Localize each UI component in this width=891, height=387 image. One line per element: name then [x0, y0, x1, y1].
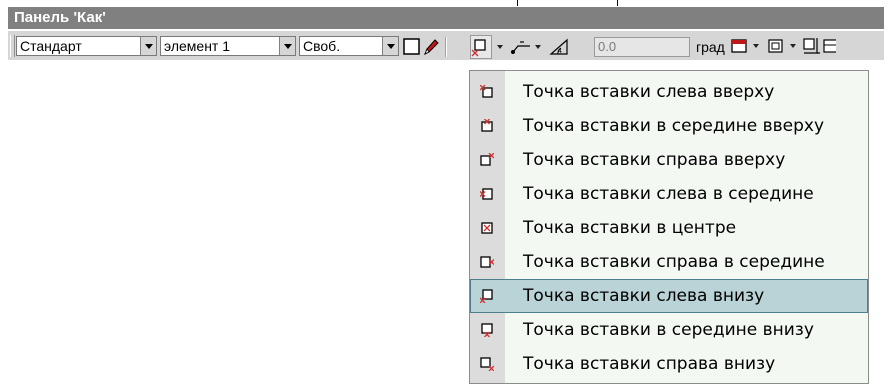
- insert-point-bottom-center-icon: [480, 322, 494, 338]
- leader-style-dropdown-arrow[interactable]: [534, 39, 542, 55]
- mode-combo-dropdown-button[interactable]: [382, 37, 398, 55]
- element-combo[interactable]: элемент 1: [160, 36, 296, 56]
- layers-icon: [768, 39, 783, 53]
- menu-item-label: Точка вставки справа в середине: [523, 252, 825, 272]
- menu-item-label: Точка вставки слева вверху: [523, 82, 775, 102]
- fill-box-icon: [731, 39, 747, 53]
- angle-button[interactable]: 4: [548, 37, 568, 57]
- menu-item-bottom-right[interactable]: Точка вставки справа внизу: [470, 347, 868, 381]
- angle-input[interactable]: 0.0: [594, 37, 690, 57]
- menu-item-top-center[interactable]: Точка вставки в середине вверху: [470, 109, 868, 143]
- screen-artifact-line: [617, 0, 618, 6]
- angle-icon: 4: [549, 38, 568, 55]
- fill-color-button[interactable]: [730, 36, 750, 56]
- menu-item-top-left[interactable]: Точка вставки слева вверху: [470, 75, 868, 109]
- toolbar-separator: [445, 37, 447, 57]
- menu-item-label: Точка вставки слева внизу: [523, 286, 765, 306]
- leader-line-icon: [511, 41, 530, 54]
- mode-combo[interactable]: Своб.: [299, 36, 399, 56]
- insert-point-top-left-icon: [479, 84, 494, 98]
- insert-point-top-center-icon: [480, 118, 494, 132]
- square-frame-icon: [403, 38, 420, 55]
- menu-item-middle-right[interactable]: Точка вставки справа в середине: [470, 245, 868, 279]
- menu-body: Точка вставки слева вверху Точка вставки…: [470, 71, 868, 383]
- frame-toggle-button[interactable]: [402, 37, 422, 57]
- mode-combo-value: Своб.: [303, 38, 341, 54]
- style-combo[interactable]: Стандарт: [16, 36, 157, 56]
- pen-color-icon: [424, 39, 439, 56]
- screen-artifact-line: [517, 0, 518, 6]
- menu-item-label: Точка вставки в середине внизу: [523, 320, 814, 340]
- toolbar-grip[interactable]: [10, 35, 15, 57]
- insert-point-dropdown-arrow[interactable]: [496, 39, 504, 55]
- table-icon: [823, 39, 836, 53]
- menu-item-label: Точка вставки справа внизу: [523, 354, 776, 374]
- extra-tool-button[interactable]: [822, 36, 836, 56]
- insert-point-bottom-left-icon: [479, 288, 494, 304]
- insert-point-bottom-right-icon: [480, 356, 495, 372]
- insert-point-middle-left-icon: [479, 186, 494, 200]
- menu-item-top-right[interactable]: Точка вставки справа вверху: [470, 143, 868, 177]
- svg-text:4: 4: [558, 48, 562, 55]
- element-combo-dropdown-button[interactable]: [279, 37, 295, 55]
- menu-item-center[interactable]: Точка вставки в центре: [470, 211, 868, 245]
- menu-item-label: Точка вставки в середине вверху: [523, 116, 825, 136]
- insert-point-bottom-left-icon: [471, 39, 486, 57]
- insert-point-center-icon: [480, 220, 494, 234]
- fill-color-dropdown-arrow[interactable]: [752, 38, 760, 54]
- menu-item-label: Точка вставки в центре: [523, 218, 737, 238]
- leader-style-button[interactable]: [510, 37, 530, 57]
- angle-unit-label: град: [696, 39, 725, 55]
- style-combo-value: Стандарт: [20, 38, 82, 54]
- insert-point-button[interactable]: [470, 35, 492, 59]
- insert-point-top-right-icon: [480, 152, 495, 166]
- menu-item-label: Точка вставки справа вверху: [523, 150, 786, 170]
- align-icon: [803, 38, 820, 54]
- insert-point-menu: Точка вставки слева вверху Точка вставки…: [469, 70, 869, 384]
- color-pen-button[interactable]: [421, 37, 441, 57]
- menu-item-label: Точка вставки слева в середине: [523, 184, 814, 204]
- panel-title: Панель 'Как': [8, 7, 884, 29]
- menu-item-bottom-left[interactable]: Точка вставки слева внизу: [470, 279, 868, 313]
- element-combo-value: элемент 1: [164, 38, 231, 54]
- insert-point-middle-right-icon: [480, 254, 495, 268]
- menu-item-bottom-center[interactable]: Точка вставки в середине внизу: [470, 313, 868, 347]
- layer-button[interactable]: [767, 36, 787, 56]
- menu-item-middle-left[interactable]: Точка вставки слева в середине: [470, 177, 868, 211]
- style-combo-dropdown-button[interactable]: [140, 37, 156, 55]
- align-button[interactable]: [802, 36, 822, 56]
- layer-dropdown-arrow[interactable]: [789, 38, 797, 54]
